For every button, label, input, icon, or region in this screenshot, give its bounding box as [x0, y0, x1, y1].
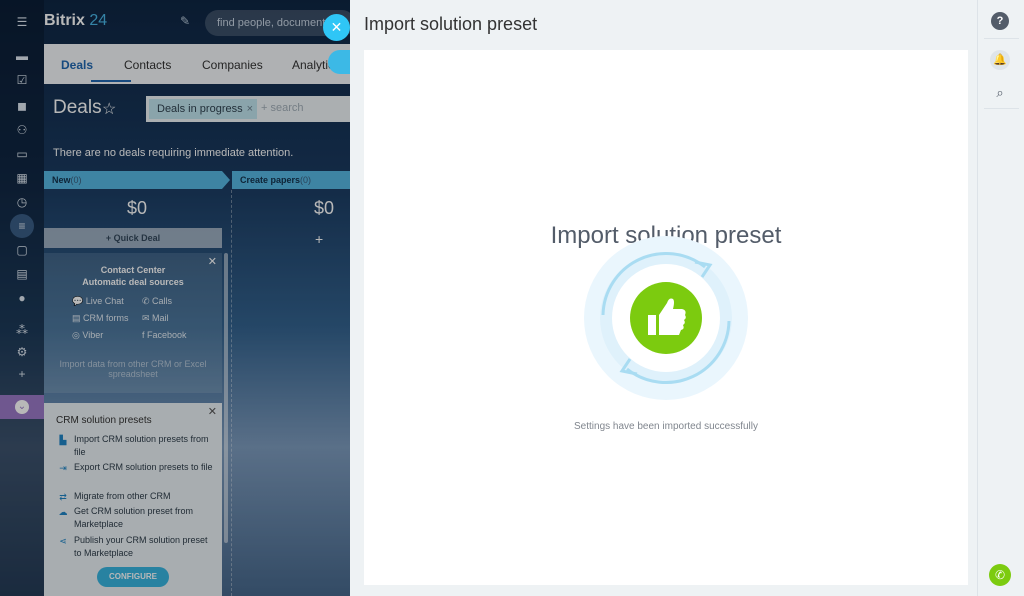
- clock-icon[interactable]: ◷: [14, 194, 30, 210]
- solution-link-migrate[interactable]: Migrate from other CRM: [74, 490, 214, 503]
- phone-icon[interactable]: ✆: [989, 564, 1011, 586]
- filter-chip[interactable]: Deals in progress ×: [149, 99, 257, 119]
- bell-icon[interactable]: 🔔: [990, 50, 1010, 70]
- divider: [984, 108, 1019, 109]
- contact-center-widget: ✕ Contact Center Automatic deal sources …: [44, 253, 222, 393]
- drive-icon[interactable]: ▭: [14, 146, 30, 162]
- cc-title: Contact Center: [100, 265, 166, 275]
- status-message: Settings have been imported successfully: [574, 421, 758, 432]
- cc-item-viber[interactable]: ◎ Viber: [72, 330, 103, 341]
- right-bar: ? 🔔 ⌕ ✆: [977, 0, 1024, 596]
- tab-companies[interactable]: Companies: [202, 58, 263, 72]
- cc-item-facebook[interactable]: f Facebook: [142, 330, 187, 340]
- migrate-icon: ⇄: [59, 492, 67, 502]
- active-tab-indicator: [91, 80, 131, 82]
- settings-icon[interactable]: ⚙: [14, 344, 30, 360]
- share-icon: ⋖: [59, 536, 67, 546]
- close-panel-button[interactable]: ✕: [323, 14, 350, 41]
- sites-icon[interactable]: ▢: [14, 242, 30, 258]
- crm-tabs: Deals Contacts Companies Analytic: [44, 44, 350, 84]
- import-preset-panel: Import solution preset Import solution p…: [350, 0, 977, 596]
- import-file-icon: ▙: [59, 435, 67, 445]
- export-file-icon: ⇥: [59, 463, 67, 473]
- tasks-icon[interactable]: ☑: [14, 72, 30, 88]
- star-icon[interactable]: ☆: [102, 99, 116, 119]
- structure-icon[interactable]: ⁂: [14, 322, 30, 338]
- add-icon[interactable]: +: [14, 366, 30, 382]
- close-icon[interactable]: ×: [247, 99, 253, 119]
- panel-content: Import solution preset Settings have bee…: [364, 50, 968, 585]
- menu-icon[interactable]: ☰: [14, 14, 30, 30]
- calendar-icon[interactable]: ▦: [14, 170, 30, 186]
- help-icon[interactable]: ?: [991, 12, 1009, 30]
- solution-link-export[interactable]: Export CRM solution presets to file: [74, 461, 214, 474]
- cloud-download-icon: ☁: [58, 507, 68, 517]
- divider: [984, 38, 1019, 39]
- quick-deal-button[interactable]: + Quick Deal: [44, 228, 222, 248]
- configure-button[interactable]: CONFIGURE: [97, 567, 169, 587]
- stage-create-papers[interactable]: Create papers(0): [232, 171, 350, 189]
- crm-filter-icon[interactable]: ≡: [10, 214, 34, 238]
- notice-text: There are no deals requiring immediate a…: [53, 147, 294, 159]
- add-deal-icon[interactable]: +: [315, 231, 323, 247]
- search-icon[interactable]: ⌕: [991, 84, 1009, 102]
- cc-item-mail[interactable]: ✉ Mail: [142, 313, 169, 324]
- upgrade-strip[interactable]: ⌄: [0, 395, 44, 419]
- success-thumbs-up-icon: [583, 235, 749, 401]
- cc-item-crm-forms[interactable]: ▤ CRM forms: [72, 313, 129, 324]
- cc-import-link[interactable]: Import data from other CRM or Excel spre…: [54, 359, 212, 379]
- solution-link-publish[interactable]: Publish your CRM solution preset to Mark…: [74, 534, 214, 560]
- tab-deals[interactable]: Deals: [61, 58, 93, 72]
- feed-icon[interactable]: ▬: [14, 48, 30, 64]
- stage-sum: $0: [127, 198, 148, 218]
- solution-presets-widget: ✕ CRM solution presets ▙ Import CRM solu…: [44, 403, 222, 596]
- cc-item-calls[interactable]: ✆ Calls: [142, 296, 172, 307]
- groups-icon[interactable]: ⚇: [14, 122, 30, 138]
- contact-card-icon[interactable]: ▤: [14, 266, 30, 282]
- page-title: Deals: [53, 97, 102, 118]
- slider-edge: [328, 50, 352, 74]
- brand-logo[interactable]: Bitrix 24: [44, 12, 107, 30]
- column-divider: [231, 190, 232, 596]
- solutions-title: CRM solution presets: [56, 415, 152, 426]
- chevron-down-icon: ⌄: [15, 400, 29, 414]
- left-menu: ☰ ▬ ☑ ◼ ⚇ ▭ ▦ ◷ ≡ ▢ ▤ ● ⁂ ⚙ + ⌄: [0, 0, 44, 596]
- solution-link-marketplace[interactable]: Get CRM solution preset from Marketplace: [74, 505, 214, 531]
- solution-link-import[interactable]: Import CRM solution presets from file: [74, 433, 214, 459]
- close-icon[interactable]: ✕: [208, 405, 217, 418]
- stage-new[interactable]: New(0): [44, 171, 230, 189]
- filter-search-input[interactable]: + search: [261, 102, 304, 114]
- cc-item-live-chat[interactable]: 💬 Live Chat: [72, 296, 124, 307]
- scrollbar[interactable]: [224, 253, 228, 543]
- cc-subtitle: Automatic deal sources: [82, 277, 184, 287]
- edit-icon[interactable]: ✎: [180, 14, 190, 28]
- filter-box[interactable]: Deals in progress × + search: [146, 96, 350, 122]
- chat-icon[interactable]: ◼: [14, 98, 30, 114]
- more-icon[interactable]: ●: [14, 290, 30, 306]
- stage-sum: $0: [314, 198, 335, 218]
- panel-title: Import solution preset: [364, 14, 538, 34]
- tab-contacts[interactable]: Contacts: [124, 58, 171, 72]
